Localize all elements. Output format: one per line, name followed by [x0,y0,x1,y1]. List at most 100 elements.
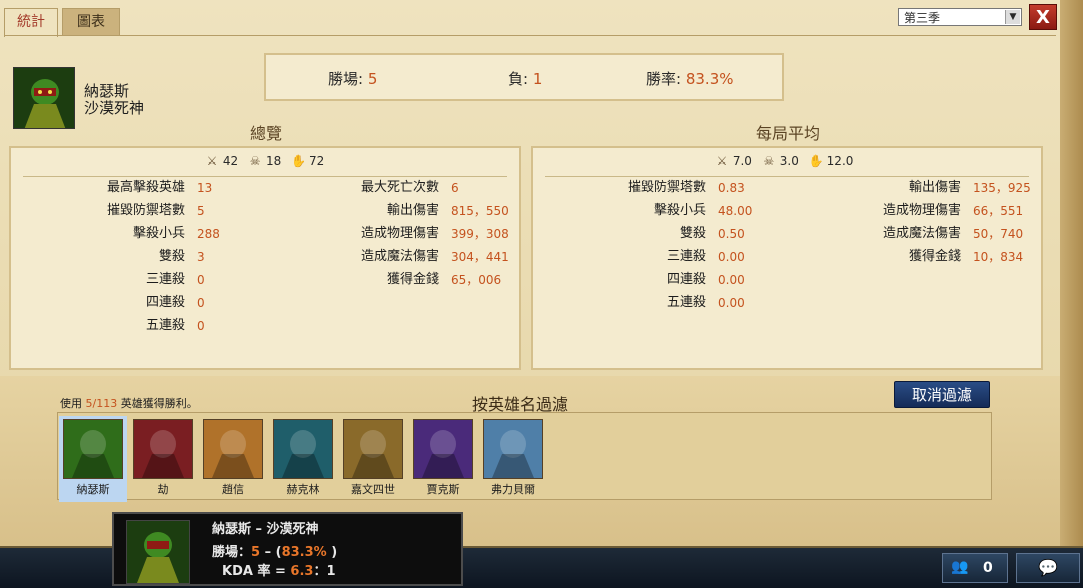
average-stat-label: 獲得金錢 [908,249,961,264]
overview-stat-label: 輸出傷害 [386,203,439,218]
average-stat-label: 四連殺 [666,272,706,287]
overview-stat-label: 獲得金錢 [386,272,439,287]
kills-value: 42 [222,154,239,168]
champion-filter-name: 弗力貝爾 [491,483,535,496]
average-stat-label: 造成魔法傷害 [882,226,961,241]
skull-icon: ☠ [249,154,261,168]
frame-edge [1060,0,1083,546]
clear-filter-button[interactable]: 取消過濾 [894,381,990,408]
filter-caption: 使用 5/113 英雄獲得勝利。 [60,395,198,411]
friends-icon: 👥 [951,559,969,575]
average-stat-row: 五連殺 0.00 [533,294,1041,312]
overview-stat-row: 輸出傷害 815，550 [11,202,519,220]
average-stat-row: 輸出傷害 135，925 [533,179,1041,197]
friends-button[interactable]: 👥 0 [942,553,1008,583]
filter-caption-suffix: 英雄獲得勝利。 [120,397,198,410]
champion-filter-name: 納瑟斯 [76,483,110,496]
overview-stat-value: 815，550 [451,204,509,218]
average-stat-label: 五連殺 [666,295,706,310]
champion-filter-item[interactable]: 趙信 [199,416,267,502]
average-stat-value: 10，834 [973,250,1024,264]
overview-stat-row: 五連殺 0 [11,317,519,335]
tab-stats[interactable]: 統計 [4,8,58,37]
champion-icon [133,419,193,479]
overview-stat-label: 最大死亡次數 [360,180,439,195]
average-stat-value: 66，551 [973,204,1024,218]
overview-stat-label: 四連殺 [145,295,185,310]
overview-stat-row: 最大死亡次數 6 [11,179,519,197]
hand-icon: ✋ [808,154,824,168]
losses-stat: 負: 1 [508,68,542,89]
overview-box: ⚔ 42 ☠ 18 ✋ 72 最高擊殺英雄 13 摧毀防禦塔數 5 擊殺小兵 288 雙殺 3… [9,146,521,370]
overview-stat-label: 造成魔法傷害 [360,249,439,264]
champion-filter-name: 嘉文四世 [351,483,395,496]
assists-value: 72 [309,154,325,168]
champion-portrait [13,67,75,129]
tab-charts[interactable]: 圖表 [62,8,120,35]
champion-filter-item[interactable]: 賈克斯 [409,416,477,502]
overview-stat-value: 6 [451,181,459,195]
wins-label: 勝場: [328,70,364,88]
champion-filter-item[interactable]: 赫克林 [269,416,337,502]
average-stat-row: 造成物理傷害 66，551 [533,202,1041,220]
overview-stat-value: 399，308 [451,227,509,241]
overview-stat-value: 65，006 [451,273,502,287]
overview-title: 總覽 [250,124,283,143]
tooltip-sep: – ( [260,545,282,560]
overview-stat-label: 五連殺 [145,318,185,333]
champion-name-text: 納瑟斯 [84,82,130,100]
average-title: 每局平均 [756,124,821,143]
avg-assists-value: 12.0 [826,154,854,168]
hand-icon: ✋ [291,154,307,168]
champion-filter-item[interactable]: 納瑟斯 [59,416,127,502]
champion-name: 納瑟斯 沙漠死神 [84,83,144,117]
season-select[interactable]: 第三季 ▼ [898,8,1022,26]
champion-filter-item[interactable]: 嘉文四世 [339,416,407,502]
tooltip-close: ) [326,545,338,560]
champion-filter-name: 賈克斯 [426,483,460,496]
chat-icon: 💬 [1038,558,1058,577]
average-stat-row: 獲得金錢 10，834 [533,248,1041,266]
average-stat-label: 輸出傷害 [908,180,961,195]
champion-icon [273,419,333,479]
overview-stat-value: 304，441 [451,250,509,264]
avg-deaths-value: 3.0 [779,154,799,168]
average-kda: ⚔ 7.0 ☠ 3.0 ✋ 12.0 [715,154,854,168]
skull-icon: ☠ [763,154,775,168]
tooltip-wins-label: 勝場： [212,545,252,560]
tooltip-kda-line: KDA 率 = 6.3：1 [222,560,335,579]
close-button[interactable]: X [1029,4,1057,30]
tooltip-portrait [126,520,190,584]
overview-stat-value: 0 [197,319,205,333]
champion-icon [343,419,403,479]
overview-stat-row: 獲得金錢 65，006 [11,271,519,289]
deaths-value: 18 [265,154,282,168]
average-stat-value: 0.00 [718,273,745,287]
winrate-stat: 勝率: 83.3% [646,68,734,89]
avg-kills-value: 7.0 [732,154,752,168]
champion-icon [413,419,473,479]
tooltip-kda-label: KDA 率 = [222,564,291,579]
average-box: ⚔ 7.0 ☠ 3.0 ✋ 12.0 摧毀防禦塔數 0.83 擊殺小兵 48.00 雙殺… [531,146,1043,370]
chevron-down-icon[interactable]: ▼ [1005,10,1020,24]
champion-icon [63,419,123,479]
average-stat-label: 造成物理傷害 [882,203,961,218]
champion-icon [483,419,543,479]
overview-kda: ⚔ 42 ☠ 18 ✋ 72 [205,154,325,168]
summary-box: 勝場: 5 負: 1 勝率: 83.3% [264,53,784,101]
champion-filter-name: 赫克林 [286,483,320,496]
wins-stat: 勝場: 5 [328,68,377,89]
overview-stat-row: 四連殺 0 [11,294,519,312]
chat-button[interactable]: 💬 [1016,553,1080,583]
sword-icon: ⚔ [206,154,218,168]
tooltip-wins-line: 勝場：5 – (83.3% ) [212,541,337,560]
champion-filter-item[interactable]: 弗力貝爾 [479,416,547,502]
winrate-label: 勝率: [646,70,682,88]
tooltip-kda-value: 6.3 [290,564,314,579]
champion-icon [203,419,263,479]
winrate-value: 83.3% [685,70,734,88]
champion-filter-list: 納瑟斯 劫 趙信 赫克林 嘉文四世 賈克斯 弗力貝爾 [57,412,992,502]
tooltip-title: 納瑟斯 – 沙漠死神 [212,522,319,537]
champion-filter-item[interactable]: 劫 [129,416,197,502]
average-stat-value: 135，925 [973,181,1031,195]
